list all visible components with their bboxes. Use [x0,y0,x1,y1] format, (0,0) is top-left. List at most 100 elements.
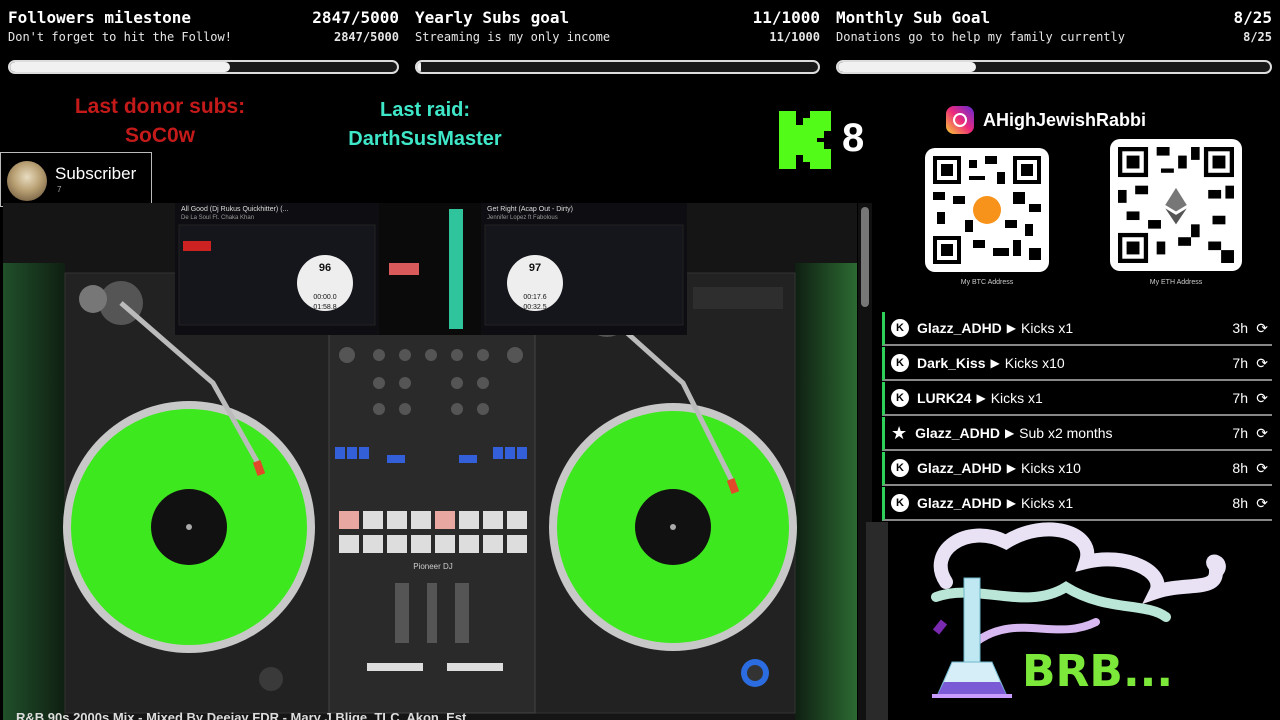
kick-icon: K [891,459,909,477]
mixer-brand: Pioneer DJ [413,562,453,571]
replay-icon[interactable]: ⟳ [1256,425,1268,442]
chevron-right-icon: ▶ [1004,426,1015,440]
chevron-right-icon: ▶ [1006,321,1017,335]
deck-right-bpm: 97 [529,262,541,274]
list-item: K Glazz_ADHD ▶ Kicks x10 8h ⟳ [882,452,1272,486]
kick-icon: K [891,319,909,337]
subscriber-label: Subscriber [55,164,137,183]
goal-progress-fill [10,62,231,72]
chevron-right-icon: ▶ [990,356,1000,370]
last-raid-label: Last raid: [379,99,471,121]
instagram-name: AHighJewishRabbi [983,110,1147,130]
goal-progress-bar [836,60,1272,74]
goal-count: 11/1000 [752,8,820,27]
feed-action: Kicks x10 [1021,460,1081,476]
deck-left-track: All Good (Dj Rukus Quickhitter) (... [181,206,288,213]
goal-yearly-subs: Yearly Subs goal 11/1000 Streaming is my… [407,0,820,82]
list-item: K Glazz_ADHD ▶ Kicks x1 8h ⟳ [882,487,1272,521]
kick-icon: K [891,494,909,512]
goal-count: 8/25 [1233,8,1272,27]
goal-subtitle: Donations go to help my family currently [836,30,1125,44]
star-icon: ★ [891,422,908,443]
replay-icon[interactable]: ⟳ [1256,355,1268,372]
kick-icon: K [891,389,909,407]
list-item: K Dark_Kiss ▶ Kicks x10 7h ⟳ [882,347,1272,381]
replay-icon[interactable]: ⟳ [1256,495,1268,512]
list-item: ★ Glazz_ADHD ▶ Sub x2 months 7h ⟳ [882,417,1272,451]
kick-logo-icon [779,111,831,169]
goal-title: Followers milestone [8,8,192,27]
feed-time: 7h [1232,425,1248,441]
kick-follower-count: 8 [842,116,865,160]
last-donor-label: Last donor subs: [74,95,246,118]
goal-count-secondary: 11/1000 [769,30,820,44]
feed-action: Kicks x1 [1021,320,1074,336]
dj-setup-image: Pioneer DJ All Good (Dj Rukus Quickhitte… [3,203,857,720]
btc-label: My BTC Address [960,279,1014,286]
instagram-icon [946,106,974,134]
goal-progress-fill [417,62,422,72]
deck-left-elapsed: 00:00.0 [313,294,336,301]
bong-smoke-icon: BRB... [866,522,1226,720]
subscriber-card: Subscriber 7 [0,152,152,207]
replay-icon[interactable]: ⟳ [1256,320,1268,337]
feed-time: 8h [1232,460,1248,476]
video-player[interactable]: Pioneer DJ All Good (Dj Rukus Quickhitte… [3,203,857,720]
subscriber-count: 7 [57,185,62,194]
last-donor-name: SoC0w [124,124,195,147]
deck-left-bpm: 96 [319,262,331,274]
feed-action: Kicks x10 [1004,355,1065,371]
qr-code-icon [1118,147,1234,263]
goal-subtitle: Don't forget to hit the Follow! [8,30,232,44]
list-item: K LURK24 ▶ Kicks x1 7h ⟳ [882,382,1272,416]
goal-subtitle: Streaming is my only income [415,30,611,44]
deck-right-elapsed: 00:17.6 [523,294,546,301]
goal-monthly-subs: Monthly Sub Goal 8/25 Donations go to he… [828,0,1272,82]
eth-qr-code [1110,139,1242,271]
goal-count-secondary: 8/25 [1243,30,1272,44]
feed-user: Dark_Kiss [917,355,986,371]
brb-text: BRB... [1022,646,1173,697]
deck-left-artist: De La Soul Ft. Chaka Khan [181,215,254,221]
feed-time: 3h [1232,320,1248,336]
goal-progress-bar [415,60,820,74]
goal-progress-fill [838,62,977,72]
feed-user: Glazz_ADHD [915,425,1000,441]
feed-user: Glazz_ADHD [917,460,1002,476]
deck-left-remain: 01:58.8 [313,304,336,311]
goal-count-secondary: 2847/5000 [333,30,399,44]
feed-user: Glazz_ADHD [917,495,1002,511]
feed-time: 7h [1232,355,1248,371]
chevron-right-icon: ▶ [976,391,986,405]
replay-icon[interactable]: ⟳ [1256,460,1268,477]
feed-action: Kicks x1 [990,390,1043,406]
eth-label: My ETH Address [1149,279,1203,286]
activity-feed: K Glazz_ADHD ▶ Kicks x1 3h ⟳ K Dark_Kiss… [876,312,1272,522]
feed-action: Sub x2 months [1019,425,1113,441]
video-caption: R&B 90s 2000s Mix - Mixed By Deejay FDR … [16,710,467,720]
goal-progress-bar [8,60,399,74]
chevron-right-icon: ▶ [1006,461,1017,475]
feed-time: 7h [1232,390,1248,406]
deck-right-remain: 00:32.5 [523,304,546,311]
last-raid: Last raid: DarthSusMaster [310,96,540,154]
chevron-right-icon: ▶ [1006,496,1017,510]
scrollbar-thumb[interactable] [861,207,869,307]
brb-graphic: BRB... [866,522,1280,720]
last-donor: Last donor subs: SoC0w [40,92,280,150]
btc-qr-code [925,148,1049,272]
deck-right-track: Get Right (Acap Out - Dirty) [487,206,573,213]
replay-icon[interactable]: ⟳ [1256,390,1268,407]
feed-action: Kicks x1 [1021,495,1074,511]
goal-count: 2847/5000 [312,8,399,27]
goal-title: Monthly Sub Goal [836,8,991,27]
goal-followers: Followers milestone 2847/5000 Don't forg… [0,0,399,82]
feed-user: Glazz_ADHD [917,320,1002,336]
kick-icon: K [891,354,909,372]
feed-time: 8h [1232,495,1248,511]
feed-user: LURK24 [917,390,972,406]
deck-right-artist: Jennifer Lopez ft Fabolous [487,215,558,221]
list-item: K Glazz_ADHD ▶ Kicks x1 3h ⟳ [882,312,1272,346]
qr-code-icon [933,156,1041,264]
goal-title: Yearly Subs goal [415,8,570,27]
